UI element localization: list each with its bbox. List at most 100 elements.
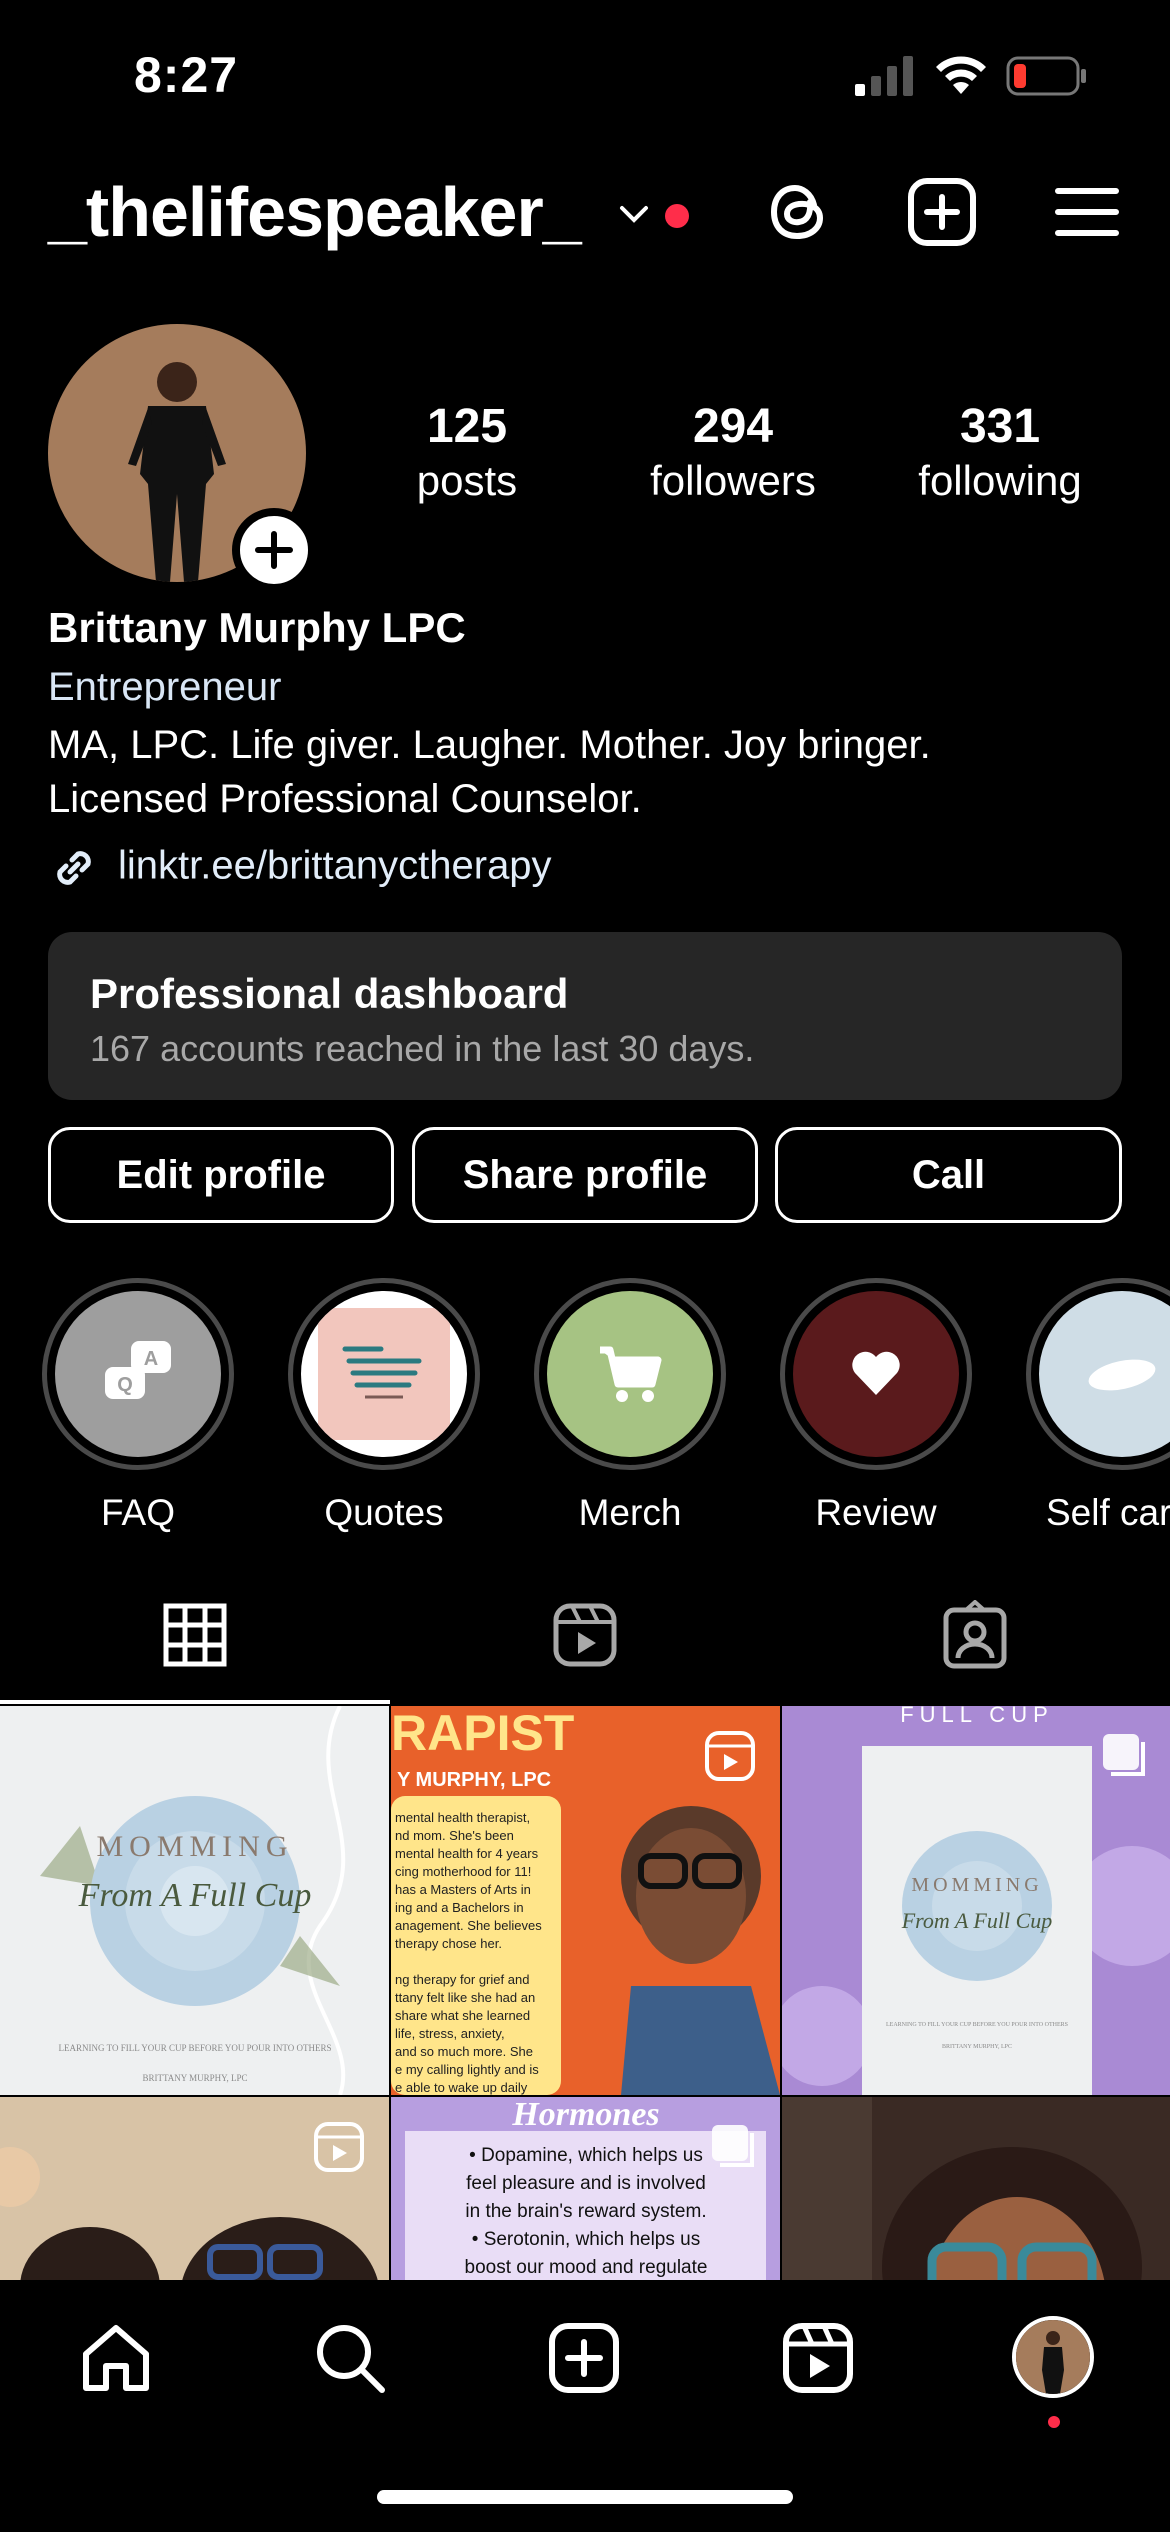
post-caption: LEARNING TO FILL YOUR CUP BEFORE YOU POU… — [59, 2043, 332, 2053]
search-icon[interactable] — [312, 2320, 388, 2396]
highlight-faq[interactable]: A Q FAQ — [42, 1278, 234, 1534]
post-title: MOMMING — [911, 1874, 1042, 1896]
post-line: has a Masters of Arts in — [395, 1882, 531, 1897]
menu-icon[interactable] — [1050, 175, 1124, 249]
post-line: e able to wake up daily — [395, 2080, 528, 2095]
post-subtitle: Y MURPHY, LPC — [397, 1769, 551, 1791]
highlight-label: FAQ — [100, 1492, 176, 1533]
carousel-badge-icon — [1103, 1734, 1145, 1776]
link-text: linktr.ee/brittanyctherapy — [118, 843, 552, 888]
stat-following[interactable]: 331 following — [880, 398, 1120, 506]
stat-value: 125 — [426, 400, 508, 453]
edit-profile-button[interactable]: Edit profile — [48, 1127, 394, 1223]
post-line: boost our mood and regulate — [465, 2257, 708, 2278]
profile-tab-avatar[interactable] — [1012, 2316, 1094, 2398]
threads-icon[interactable] — [762, 175, 836, 249]
qa-chat-icon: A Q — [105, 1341, 171, 1399]
highlight-merch[interactable]: Merch — [534, 1278, 726, 1534]
professional-dashboard[interactable]: Professional dashboard 167 accounts reac… — [48, 932, 1122, 1100]
battery-low-icon — [1006, 56, 1086, 96]
post-line: mental health therapist, — [395, 1810, 530, 1825]
post-line: feel pleasure and is involved — [466, 2173, 706, 2194]
post-line: anagement. She believes — [395, 1918, 542, 1933]
post-caption: LEARNING TO FILL YOUR CUP BEFORE YOU POU… — [886, 2022, 1068, 2028]
profile-name: Brittany Murphy LPC — [48, 604, 466, 651]
dashboard-subtitle: 167 accounts reached in the last 30 days… — [90, 1028, 755, 1069]
highlight-review[interactable]: Review — [780, 1278, 972, 1534]
wifi-icon — [936, 56, 986, 94]
post-title: MOMMING — [96, 1830, 293, 1863]
share-profile-button[interactable]: Share profile — [412, 1127, 758, 1223]
quote-card-icon — [342, 1346, 422, 1399]
stat-label: followers — [650, 457, 816, 504]
stat-label: following — [918, 457, 1082, 504]
profile-link[interactable]: linktr.ee/brittanyctherapy — [48, 842, 552, 894]
active-tab-indicator — [0, 1700, 390, 1704]
home-indicator — [377, 2490, 793, 2504]
notification-dot — [1048, 2416, 1060, 2428]
grid-post[interactable]: RAPIST Y MURPHY, LPC mental health thera… — [391, 1706, 780, 2095]
post-top-text: FULL CUP — [900, 1706, 1054, 1727]
post-line: in the brain's reward system. — [465, 2201, 706, 2222]
post-line: share what she learned — [395, 2008, 530, 2023]
add-story-icon[interactable] — [232, 508, 316, 592]
post-line: and so much more. She — [395, 2044, 533, 2059]
profile-category: Entrepreneur — [48, 665, 282, 709]
grid-post[interactable]: MOMMING From A Full Cup LEARNING TO FILL… — [0, 1706, 389, 2095]
post-line: ing and a Bachelors in — [395, 1900, 524, 1915]
profile-username[interactable]: _thelifespeaker_ — [48, 172, 582, 252]
status-time: 8:27 — [134, 47, 239, 103]
carousel-badge-icon — [712, 2125, 754, 2167]
profile-bio: MA, LPC. Life giver. Laugher. Mother. Jo… — [48, 718, 1128, 826]
cellular-signal-icon — [855, 56, 913, 96]
post-line: mental health for 4 years — [395, 1846, 539, 1861]
reel-badge-icon — [705, 1731, 755, 1781]
heart-icon — [852, 1351, 900, 1395]
link-icon — [57, 851, 91, 885]
highlight-label: Self car — [1046, 1492, 1170, 1533]
post-title: Hormones — [511, 2097, 659, 2133]
stat-value: 294 — [692, 400, 774, 453]
stat-followers[interactable]: 294 followers — [613, 398, 853, 506]
post-author: BRITTANY MURPHY, LPC — [942, 2044, 1012, 2050]
svg-text:A: A — [144, 1348, 158, 1370]
post-line: therapy chose her. — [395, 1936, 502, 1951]
new-post-icon[interactable] — [546, 2320, 622, 2396]
svg-text:Q: Q — [117, 1374, 133, 1396]
bio-line: Licensed Professional Counselor. — [48, 777, 642, 821]
post-subtitle: From A Full Cup — [78, 1877, 312, 1914]
bio-line: MA, LPC. Life giver. Laugher. Mother. Jo… — [48, 723, 931, 767]
dashboard-title: Professional dashboard — [90, 970, 569, 1017]
post-line: nd mom. She's been — [395, 1828, 514, 1843]
post-line: ng therapy for grief and — [395, 1972, 529, 1987]
tagged-tab-icon[interactable] — [940, 1600, 1010, 1670]
stat-posts[interactable]: 125 posts — [347, 398, 587, 506]
stat-value: 331 — [959, 400, 1041, 453]
post-line: life, stress, anxiety, — [395, 2026, 505, 2041]
chevron-down-icon[interactable] — [618, 198, 650, 230]
create-post-icon[interactable] — [905, 175, 979, 249]
highlight-self-care[interactable]: Self car — [1026, 1278, 1170, 1534]
post-line: e my calling lightly and is — [395, 2062, 539, 2077]
reels-tab-icon[interactable] — [550, 1600, 620, 1670]
post-line: cing motherhood for 11! — [395, 1864, 531, 1879]
highlight-quotes[interactable]: Quotes — [288, 1278, 480, 1534]
home-icon[interactable] — [78, 2320, 154, 2396]
post-line: • Serotonin, which helps us — [472, 2229, 700, 2250]
highlight-label: Review — [815, 1492, 937, 1533]
reels-icon[interactable] — [780, 2320, 856, 2396]
post-title: RAPIST — [391, 1706, 574, 1761]
reel-badge-icon — [314, 2122, 364, 2172]
stone-icon — [1088, 1359, 1156, 1391]
post-subtitle: From A Full Cup — [901, 1908, 1053, 1933]
cart-icon — [600, 1346, 662, 1402]
post-line: ttany felt like she had an — [395, 1990, 535, 2005]
post-line: • Dopamine, which helps us — [469, 2145, 703, 2166]
highlight-label: Quotes — [324, 1492, 444, 1533]
grid-post[interactable]: FULL CUP MOMMING From A Full Cup LEARNIN… — [782, 1706, 1170, 2095]
highlight-label: Merch — [578, 1492, 682, 1533]
grid-tab-icon[interactable] — [160, 1600, 230, 1670]
post-author: BRITTANY MURPHY, LPC — [142, 2073, 247, 2083]
call-button[interactable]: Call — [775, 1127, 1122, 1223]
stat-label: posts — [416, 457, 518, 504]
